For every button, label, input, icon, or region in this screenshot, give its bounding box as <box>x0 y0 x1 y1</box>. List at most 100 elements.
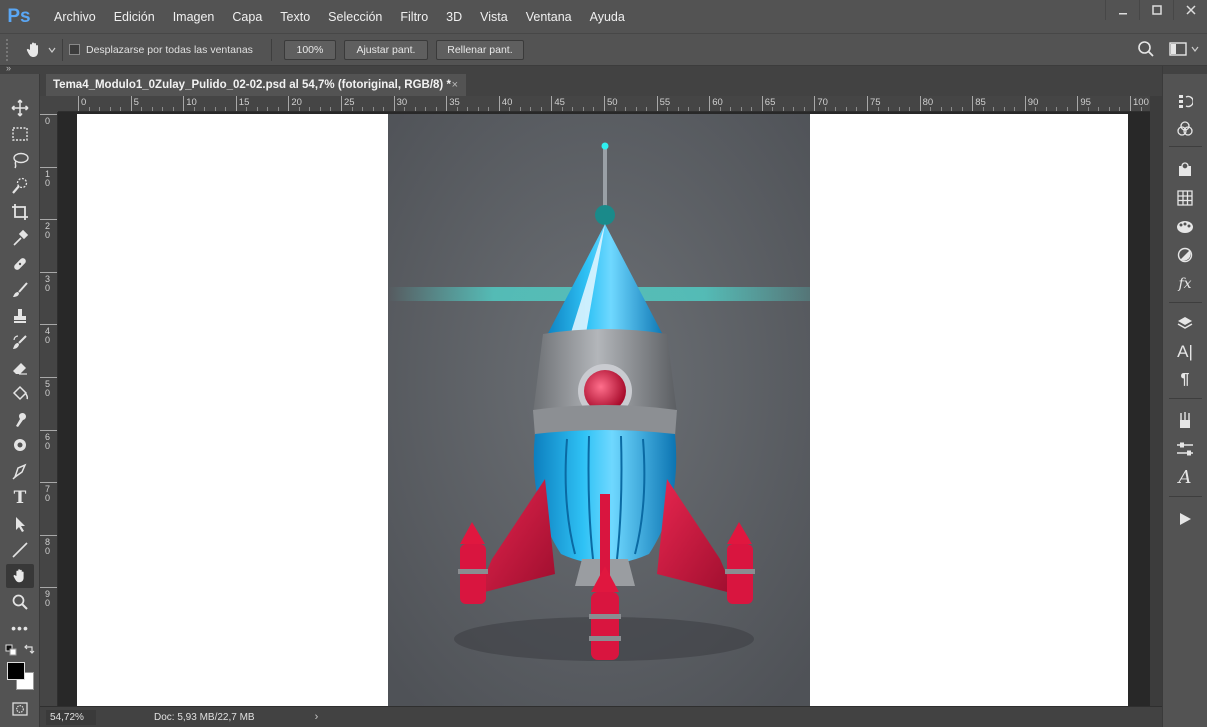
ruler-tick <box>1024 96 1026 111</box>
ruler-minor-tick <box>162 107 164 111</box>
clone-stamp-tool[interactable] <box>6 304 34 328</box>
chevron-down-icon <box>1191 46 1199 52</box>
type-tool[interactable]: T <box>6 486 34 510</box>
ruler-label: 4 0 <box>45 326 51 346</box>
ruler-label: 6 0 <box>45 431 51 451</box>
adjustments-panel-button[interactable] <box>1173 244 1197 266</box>
properties-panel-button[interactable] <box>1173 438 1197 460</box>
menu-texto[interactable]: Texto <box>271 10 319 24</box>
menu-ayuda[interactable]: Ayuda <box>581 10 634 24</box>
menu-vista[interactable]: Vista <box>471 10 517 24</box>
marquee-tool[interactable] <box>6 122 34 146</box>
menu-archivo[interactable]: Archivo <box>45 10 105 24</box>
pen-tool-icon <box>12 463 27 480</box>
actions-panel-button[interactable] <box>1173 508 1197 530</box>
menu-3d[interactable]: 3D <box>437 10 471 24</box>
fill-screen-button[interactable]: Rellenar pant. <box>435 39 524 60</box>
eraser-tool[interactable] <box>6 356 34 380</box>
ruler-minor-tick <box>362 107 364 111</box>
ruler-tick <box>551 96 553 111</box>
brush-tool[interactable] <box>6 278 34 302</box>
menu-filtro[interactable]: Filtro <box>391 10 437 24</box>
default-colors-icon[interactable] <box>5 644 17 656</box>
zoom-level-field[interactable]: 54,72% <box>46 709 96 725</box>
ruler-minor-tick <box>635 107 637 111</box>
minimize-button[interactable] <box>1105 0 1139 20</box>
ruler-minor-tick <box>572 107 574 111</box>
glyphs-panel-button[interactable]: A <box>1173 466 1197 488</box>
swatches-panel-button[interactable] <box>1173 187 1197 209</box>
ruler-minor-tick <box>698 107 700 111</box>
status-menu-arrow-icon[interactable]: › <box>315 711 319 723</box>
ruler-minor-tick <box>909 107 911 111</box>
fit-screen-button[interactable]: Ajustar pant. <box>343 39 428 60</box>
close-document-icon[interactable]: × <box>452 79 458 91</box>
ruler-minor-tick <box>151 107 153 111</box>
hand-tool[interactable] <box>6 564 34 588</box>
divider <box>62 38 63 61</box>
ruler-minor-tick <box>614 107 616 111</box>
paragraph-panel-button[interactable]: ¶ <box>1173 369 1197 391</box>
eyedropper-tool[interactable] <box>6 226 34 250</box>
vertical-ruler[interactable]: 0 1 0 2 0 3 0 4 0 5 0 6 0 7 0 8 0 9 0 <box>40 112 58 706</box>
ruler-minor-tick <box>225 107 227 111</box>
zoom-tool[interactable] <box>6 590 34 614</box>
horizontal-ruler[interactable]: 0 5 10 15 20 25 30 35 40 45 50 55 60 65 70 75 80 85 90 95 10… <box>58 96 1150 112</box>
crop-tool[interactable] <box>6 200 34 224</box>
ruler-minor-tick <box>793 107 795 111</box>
history-panel-button[interactable] <box>1173 90 1197 112</box>
menu-ventana[interactable]: Ventana <box>517 10 581 24</box>
workspace-switcher[interactable] <box>1169 42 1199 56</box>
ruler-label: 55 <box>659 97 671 108</box>
zoom-100-button[interactable]: 100% <box>283 39 336 60</box>
maximize-button[interactable] <box>1139 0 1173 20</box>
ruler-minor-tick <box>204 107 206 111</box>
quick-mask-icon[interactable] <box>12 702 28 716</box>
more-tools-button[interactable]: ••• <box>6 616 34 640</box>
ruler-minor-tick <box>298 107 300 111</box>
options-bar-grip[interactable] <box>6 38 14 61</box>
document-tab[interactable]: Tema4_Modulo1_0Zulay_Pulido_02-02.psd al… <box>46 74 466 96</box>
foreground-color-swatch[interactable] <box>7 662 25 680</box>
close-window-button[interactable] <box>1173 0 1207 20</box>
styles-panel-button[interactable] <box>1173 216 1197 238</box>
history-brush-tool[interactable] <box>6 330 34 354</box>
ruler-origin[interactable] <box>40 96 58 112</box>
minimize-icon <box>1118 13 1127 15</box>
quick-selection-tool[interactable] <box>6 174 34 198</box>
dodge-tool[interactable] <box>6 434 34 458</box>
paint-bucket-tool[interactable] <box>6 382 34 406</box>
ruler-minor-tick <box>961 107 963 111</box>
ruler-tick <box>498 96 500 111</box>
ruler-minor-tick <box>109 107 111 111</box>
marquee-tool-icon <box>12 127 28 141</box>
ruler-tick <box>40 587 57 589</box>
lasso-tool[interactable] <box>6 148 34 172</box>
smudge-tool[interactable] <box>6 408 34 432</box>
vertical-scrollbar[interactable] <box>1150 96 1162 706</box>
ruler-minor-tick <box>351 107 353 111</box>
brushes-panel-button[interactable] <box>1173 409 1197 431</box>
line-tool[interactable] <box>6 538 34 562</box>
menu-edicion[interactable]: Edición <box>105 10 164 24</box>
document-canvas[interactable] <box>77 114 1128 706</box>
fx-panel-button[interactable]: fx <box>1173 273 1197 295</box>
scroll-all-windows-checkbox[interactable] <box>69 44 80 55</box>
menu-imagen[interactable]: Imagen <box>164 10 224 24</box>
menu-capa[interactable]: Capa <box>223 10 271 24</box>
status-bar: 54,72% Doc: 5,93 MB/22,7 MB › <box>40 706 1162 727</box>
expand-tools-icon[interactable]: » <box>6 63 11 73</box>
search-icon[interactable] <box>1137 40 1155 58</box>
character-panel-button[interactable]: A| <box>1173 341 1197 363</box>
menu-seleccion[interactable]: Selección <box>319 10 391 24</box>
tool-preset-picker[interactable] <box>24 40 56 60</box>
healing-brush-tool[interactable] <box>6 252 34 276</box>
path-selection-tool[interactable] <box>6 512 34 536</box>
layers-panel-button[interactable] <box>1173 312 1197 334</box>
color-panel-button[interactable] <box>1173 118 1197 140</box>
move-tool[interactable] <box>6 96 34 120</box>
swap-colors-icon[interactable] <box>23 643 35 655</box>
libraries-panel-button[interactable] <box>1173 158 1197 180</box>
pen-tool[interactable] <box>6 460 34 484</box>
ruler-minor-tick <box>719 107 721 111</box>
